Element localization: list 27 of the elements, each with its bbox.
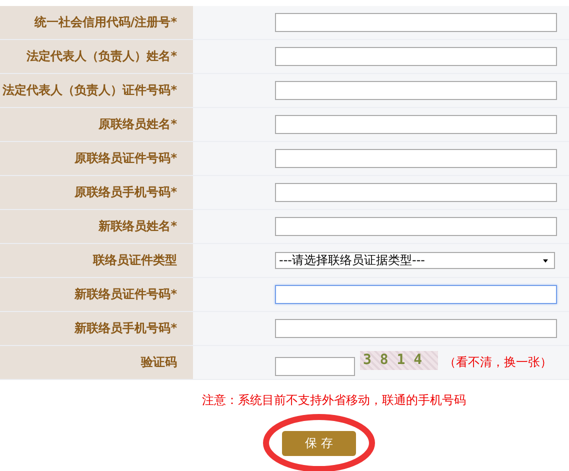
field-label: 原联络员手机号码* — [0, 176, 193, 209]
refresh-link[interactable]: （看不清，换一张） — [444, 354, 552, 371]
field-label: 联络员证件类型 — [0, 244, 193, 277]
field-label: 新联络员手机号码* — [0, 312, 193, 345]
field-label: 新联络员证件号码* — [0, 278, 193, 311]
input-field[interactable] — [275, 149, 557, 168]
field-label: 法定代表人（负责人）证件号码* — [0, 74, 193, 107]
dropdown[interactable]: ---请选择联络员证据类型--- — [275, 252, 555, 269]
input-field[interactable] — [275, 81, 557, 100]
captcha-image[interactable]: 3 8 1 4 — [360, 351, 438, 370]
field-label: 法定代表人（负责人）姓名* — [0, 40, 193, 73]
input-field[interactable] — [275, 217, 557, 236]
field-label: 原联络员证件号码* — [0, 142, 193, 175]
input-field[interactable] — [275, 115, 557, 134]
field-label: 统一社会信用代码/注册号* — [0, 6, 193, 39]
input-field[interactable] — [275, 47, 557, 66]
input-field[interactable] — [275, 285, 557, 304]
field-label: 原联络员姓名* — [0, 108, 193, 141]
save-button[interactable]: 保 存 — [282, 430, 356, 456]
field-label: 验证码 — [0, 346, 193, 379]
notice-text: 注意：系统目前不支持外省移动，联通的手机号码 — [202, 392, 467, 409]
captcha-field[interactable] — [275, 357, 355, 376]
input-field[interactable] — [275, 13, 557, 32]
input-field[interactable] — [275, 319, 557, 338]
field-label: 新联络员姓名* — [0, 210, 193, 243]
input-field[interactable] — [275, 183, 557, 202]
caret-icon — [543, 258, 548, 262]
